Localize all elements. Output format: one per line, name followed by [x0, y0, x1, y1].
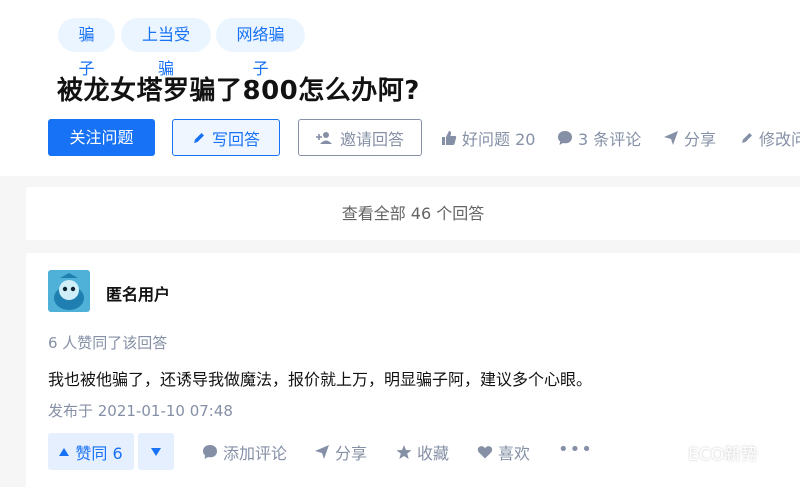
- anonymous-avatar-icon: [48, 270, 90, 312]
- publish-time[interactable]: 发布于 2021-01-10 07:48: [48, 400, 233, 421]
- follow-question-button[interactable]: 关注问题: [48, 119, 155, 156]
- watermark: ECO新势: [654, 437, 758, 467]
- view-all-answers-card[interactable]: 查看全部 46 个回答: [26, 187, 800, 240]
- share-label: 分享: [684, 130, 717, 149]
- avatar[interactable]: [48, 270, 90, 312]
- upvote-button[interactable]: 赞同 6: [48, 433, 134, 470]
- wechat-icon: [654, 441, 682, 462]
- share-answer-label: 分享: [335, 444, 368, 463]
- like-label: 喜欢: [498, 444, 531, 463]
- topic-tag[interactable]: 网络骗子: [216, 18, 305, 78]
- invite-answer-label: 邀请回答: [339, 129, 404, 149]
- share-icon: [315, 445, 329, 459]
- downvote-button[interactable]: [138, 433, 174, 470]
- write-answer-button[interactable]: 写回答: [172, 119, 280, 156]
- triangle-up-icon: [59, 447, 70, 456]
- edit-question-label: 修改问: [759, 130, 800, 149]
- heart-icon: [477, 446, 493, 459]
- star-icon: [396, 445, 412, 459]
- add-user-icon: [315, 131, 332, 144]
- share-icon: [664, 131, 678, 145]
- upvote-count-text: 6 人赞同了该回答: [48, 334, 168, 352]
- invite-answer-button[interactable]: 邀请回答: [298, 119, 422, 156]
- comment-icon: [558, 131, 572, 145]
- topic-tag[interactable]: 骗子: [58, 18, 115, 78]
- comment-icon: [203, 445, 217, 459]
- author-name[interactable]: 匿名用户: [106, 281, 170, 305]
- good-question-button[interactable]: 好问题 20: [441, 128, 536, 149]
- answer-content: 我也被他骗了，还诱导我做魔法，报价就上万，明显骗子阿，建议多个心眼。: [48, 370, 593, 389]
- topic-tag[interactable]: 上当受骗: [121, 18, 211, 78]
- like-button[interactable]: 喜欢: [477, 442, 531, 463]
- question-header: 骗子 上当受骗 网络骗子 被龙女塔罗骗了800怎么办阿? 关注问题 写回答 邀请…: [0, 0, 800, 176]
- good-question-label: 好问题 20: [462, 130, 536, 149]
- question-title: 被龙女塔罗骗了800怎么办阿?: [57, 76, 420, 106]
- add-comment-button[interactable]: 添加评论: [202, 442, 288, 463]
- upvote-label: 赞同 6: [75, 443, 123, 463]
- edit-question-button[interactable]: 修改问: [740, 128, 800, 149]
- more-actions-button[interactable]: •••: [558, 439, 593, 460]
- share-button[interactable]: 分享: [663, 128, 717, 149]
- pencil-icon: [193, 132, 204, 143]
- write-answer-label: 写回答: [211, 129, 260, 149]
- collect-button[interactable]: 收藏: [396, 442, 450, 463]
- share-answer-button[interactable]: 分享: [314, 442, 368, 463]
- pencil-icon: [742, 133, 752, 143]
- comments-label: 3 条评论: [578, 130, 642, 149]
- triangle-down-icon: [151, 447, 161, 456]
- collect-label: 收藏: [417, 444, 450, 463]
- thumbs-up-icon: [442, 131, 457, 145]
- view-all-answers-link[interactable]: 查看全部 46 个回答: [26, 187, 800, 240]
- comments-button[interactable]: 3 条评论: [557, 128, 642, 149]
- watermark-text: ECO新势: [688, 444, 758, 465]
- add-comment-label: 添加评论: [223, 444, 288, 463]
